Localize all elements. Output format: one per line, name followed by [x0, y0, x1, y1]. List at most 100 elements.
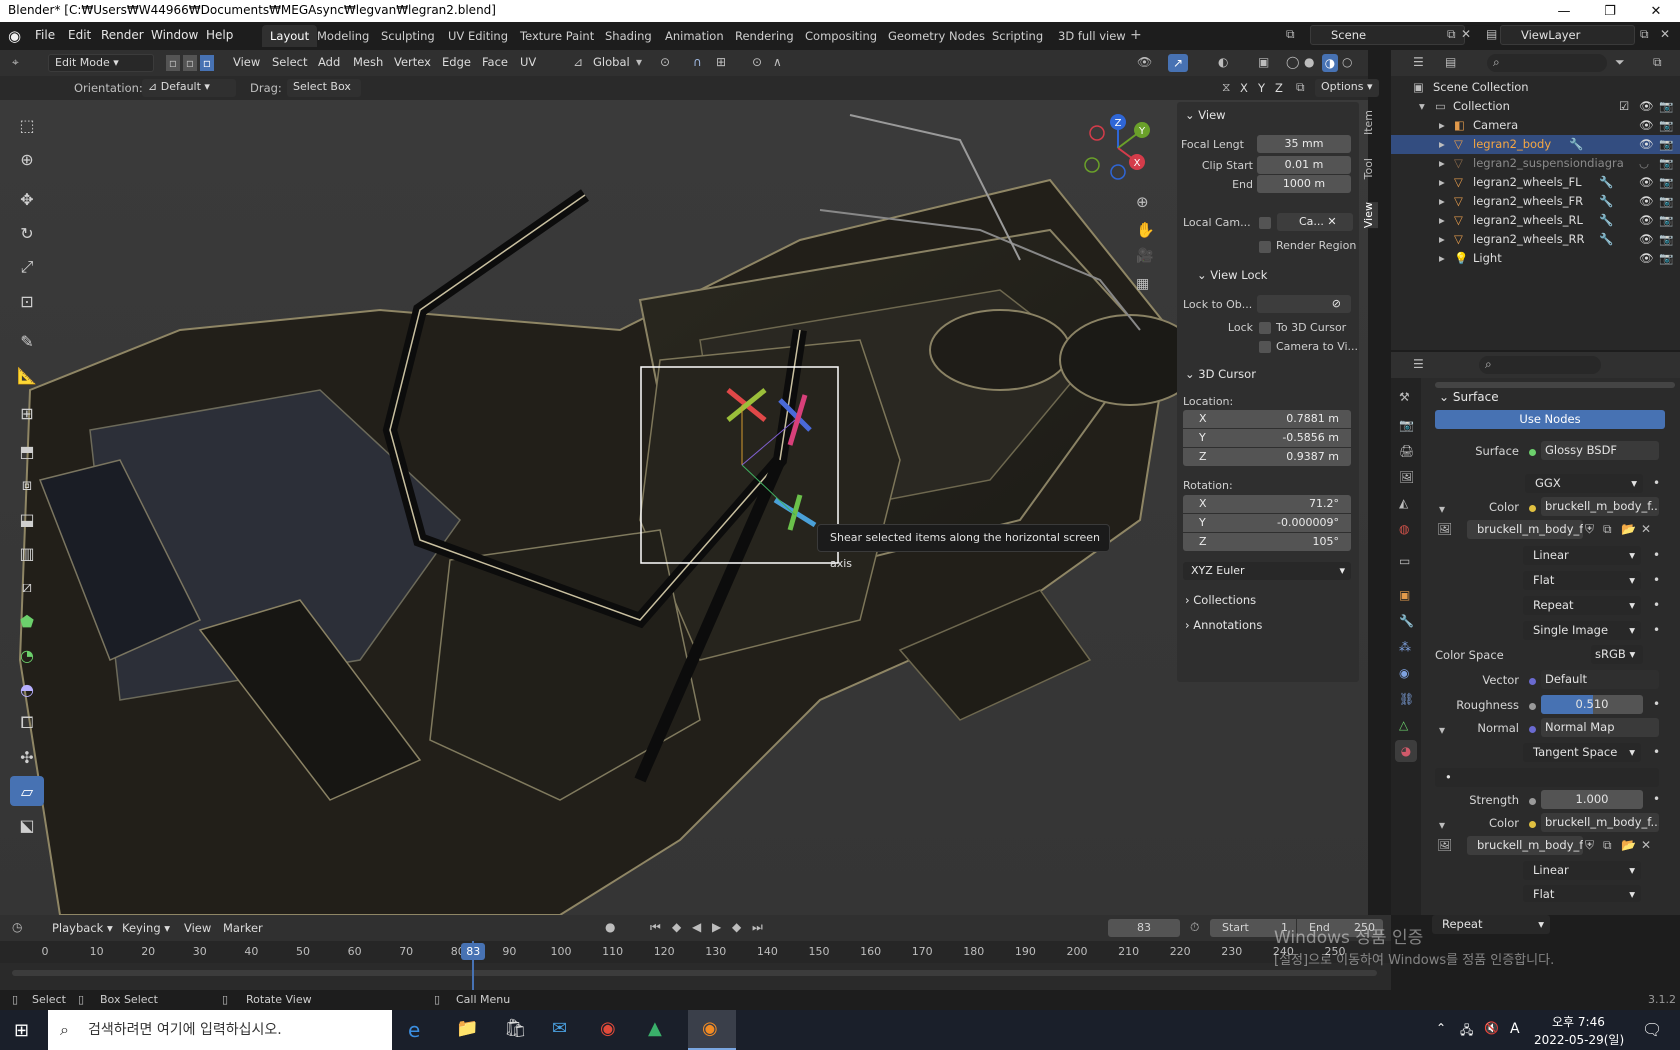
proportional-edit-icon[interactable]: ⊙ [752, 55, 762, 69]
chevron-down-icon[interactable]: ▾ [636, 55, 642, 69]
mirror-x-toggle[interactable]: X [1240, 81, 1248, 95]
blender-logo-icon[interactable]: ◉ [8, 27, 21, 45]
scene-selector-icon[interactable]: ⧉ [1286, 27, 1295, 42]
color-space-dropdown[interactable]: sRGB ▾ [1591, 645, 1643, 664]
image2-name-field[interactable]: bruckell_m_body_fr... [1467, 836, 1583, 855]
scale-tool-icon[interactable]: ⤢ [10, 252, 44, 282]
menu-playback[interactable]: Playback ▾ [52, 921, 113, 935]
expand-icon[interactable]: ▸ [1439, 213, 1445, 227]
expand-icon[interactable]: ▸ [1439, 175, 1445, 189]
constraints-tab-icon[interactable]: ⛓ [1399, 692, 1414, 706]
camera-view-icon[interactable]: 🎥 [1136, 248, 1153, 264]
outliner-row-legran2-suspension[interactable]: ▸ ▽ legran2_suspensiondiagram ◡ 📷 [1391, 154, 1680, 173]
open-folder-icon[interactable]: 📂 [1621, 838, 1636, 852]
eye-icon[interactable]: 👁 [1639, 194, 1654, 208]
tab-texture-paint[interactable]: Texture Paint [512, 25, 602, 47]
file-explorer-icon[interactable]: 📁 [456, 1018, 478, 1039]
smooth-tool-icon[interactable]: ◓ [10, 674, 44, 704]
interpolation2-dropdown[interactable]: Linear ▾ [1523, 861, 1641, 880]
taskbar-search-input[interactable]: ⌕ 검색하려면 여기에 입력하십시오. [48, 1010, 392, 1050]
outliner-row-legran2-body[interactable]: ▸ ▽ legran2_body 🔧 👁 📷 [1391, 135, 1680, 154]
properties-editor-icon[interactable]: ☰ [1413, 357, 1424, 371]
navigation-gizmo[interactable]: Z Y X [1080, 110, 1160, 190]
render-camera-icon[interactable]: 📷 [1659, 118, 1673, 132]
image-name-field[interactable]: bruckell_m_body_fr... [1467, 520, 1583, 539]
zoom-icon[interactable]: ⊕ [1136, 193, 1149, 211]
menu-uv[interactable]: UV [520, 55, 536, 69]
close-button[interactable]: ✕ [1632, 0, 1680, 22]
lock-to-cursor-checkbox[interactable] [1259, 322, 1271, 334]
eye-icon[interactable]: 👁 [1639, 99, 1654, 113]
render-camera-icon[interactable]: 📷 [1659, 213, 1673, 227]
roughness-slider[interactable]: 0.510 [1541, 695, 1643, 714]
topology-mirror-icon[interactable]: ⧉ [1296, 80, 1305, 95]
clip-start-field[interactable]: 0.01 m [1257, 156, 1351, 174]
scene-tab-icon[interactable]: ◭ [1399, 496, 1408, 510]
outliner-scene-collection[interactable]: ▣ Scene Collection [1391, 78, 1680, 97]
orientation-dropdown[interactable]: ⊿ Default ▾ [142, 79, 236, 97]
expand-icon[interactable]: ▸ [1439, 194, 1445, 208]
eye-icon[interactable]: 👁 [1639, 118, 1654, 132]
extrude-tool-icon[interactable]: ⬒ [10, 436, 44, 466]
interpolation-dropdown[interactable]: Linear ▾ [1523, 546, 1641, 565]
add-workspace-icon[interactable]: + [1130, 27, 1142, 43]
unlink-icon[interactable]: ✕ [1641, 838, 1651, 852]
frame-ruler[interactable]: 0 10 20 30 40 50 60 70 80 90 100 110 120 130 140 150 160… [0, 941, 1391, 963]
menu-add[interactable]: Add [318, 55, 340, 69]
render-camera-icon[interactable]: 📷 [1659, 99, 1673, 113]
extension2-dropdown[interactable]: Repeat ▾ [1432, 915, 1550, 934]
eye-icon[interactable]: 👁 [1639, 232, 1654, 246]
projection-dropdown[interactable]: Flat ▾ [1523, 571, 1641, 590]
scroll-handle[interactable] [1435, 382, 1675, 388]
bevel-tool-icon[interactable]: ⬓ [10, 504, 44, 534]
options-dropdown[interactable]: Options ▾ [1315, 79, 1379, 97]
display-mode-icon[interactable]: ▤ [1445, 55, 1456, 69]
drag-dropdown[interactable]: Select Box ▾ [287, 79, 361, 109]
render-camera-icon[interactable]: 📷 [1659, 251, 1673, 265]
measure-tool-icon[interactable]: 📐 [10, 360, 44, 390]
menu-vertex[interactable]: Vertex [394, 55, 431, 69]
modifier-wrench-icon[interactable]: 🔧 [1599, 232, 1613, 246]
snap-icon[interactable]: ∩ [693, 55, 702, 69]
mirror-z-toggle[interactable]: Z [1275, 81, 1283, 95]
tab-rendering[interactable]: Rendering [727, 25, 802, 47]
view-section-header[interactable]: ⌄ View [1185, 108, 1226, 122]
tab-view[interactable]: View [1362, 202, 1378, 229]
tab-item[interactable]: Item [1362, 110, 1378, 135]
modifier-wrench-icon[interactable]: 🔧 [1599, 194, 1613, 208]
jump-end-icon[interactable]: ⏭ [752, 920, 763, 935]
collection-tab-icon[interactable]: ▭ [1399, 554, 1410, 568]
current-frame-field[interactable]: 83 [1108, 919, 1180, 937]
shear-tool-icon[interactable]: ▱ [10, 776, 44, 806]
output-tab-icon[interactable]: 🖨 [1399, 444, 1414, 458]
pan-hand-icon[interactable]: ✋ [1136, 221, 1155, 239]
next-keyframe-icon[interactable]: ◆ [732, 920, 741, 934]
select-box-tool-icon[interactable]: ⬚ [10, 110, 44, 140]
collapse-icon[interactable]: ▾ [1439, 723, 1445, 737]
transform-tool-icon[interactable]: ⊡ [10, 286, 44, 316]
menu-marker[interactable]: Marker [223, 921, 263, 935]
render-camera-icon[interactable]: 📷 [1659, 232, 1673, 246]
snap-target-icon[interactable]: ⊞ [716, 55, 726, 69]
maps-app-icon[interactable]: ▲ [648, 1018, 662, 1039]
focal-length-field[interactable]: 35 mm [1257, 135, 1351, 153]
menu-edit[interactable]: Edit [68, 28, 91, 42]
knife-tool-icon[interactable]: ⧄ [10, 572, 44, 602]
outliner-row-camera[interactable]: ▸ ◧ Camera 👁 📷 [1391, 116, 1680, 135]
outliner-row-collection[interactable]: ▾ ▭ Collection ☑ 👁 📷 [1391, 97, 1680, 116]
render-camera-icon[interactable]: 📷 [1659, 175, 1673, 189]
windows-start-icon[interactable]: ⊞ [14, 1020, 29, 1041]
menu-timeline-view[interactable]: View [184, 921, 211, 935]
maximize-button[interactable]: ❐ [1586, 0, 1634, 22]
tab-tool[interactable]: Tool [1362, 158, 1378, 179]
gizmo-toggle-icon[interactable]: ↗ [1168, 54, 1188, 72]
particles-tab-icon[interactable]: ⁂ [1399, 640, 1411, 654]
overlay-icon[interactable]: ◐ [1218, 55, 1228, 69]
eye-icon[interactable]: 👁 [1639, 213, 1654, 227]
outliner-search-input[interactable]: ⌕ [1487, 54, 1607, 72]
color2-input-field[interactable]: bruckell_m_body_f... [1541, 813, 1659, 832]
collections-section-header[interactable]: › Collections [1185, 593, 1256, 607]
strength-field[interactable]: 1.000 [1541, 790, 1643, 809]
outliner-row-wheels-rr[interactable]: ▸ ▽ legran2_wheels_RR 🔧 👁 📷 [1391, 230, 1680, 249]
fake-user-icon[interactable]: ⛨ [1585, 522, 1594, 537]
